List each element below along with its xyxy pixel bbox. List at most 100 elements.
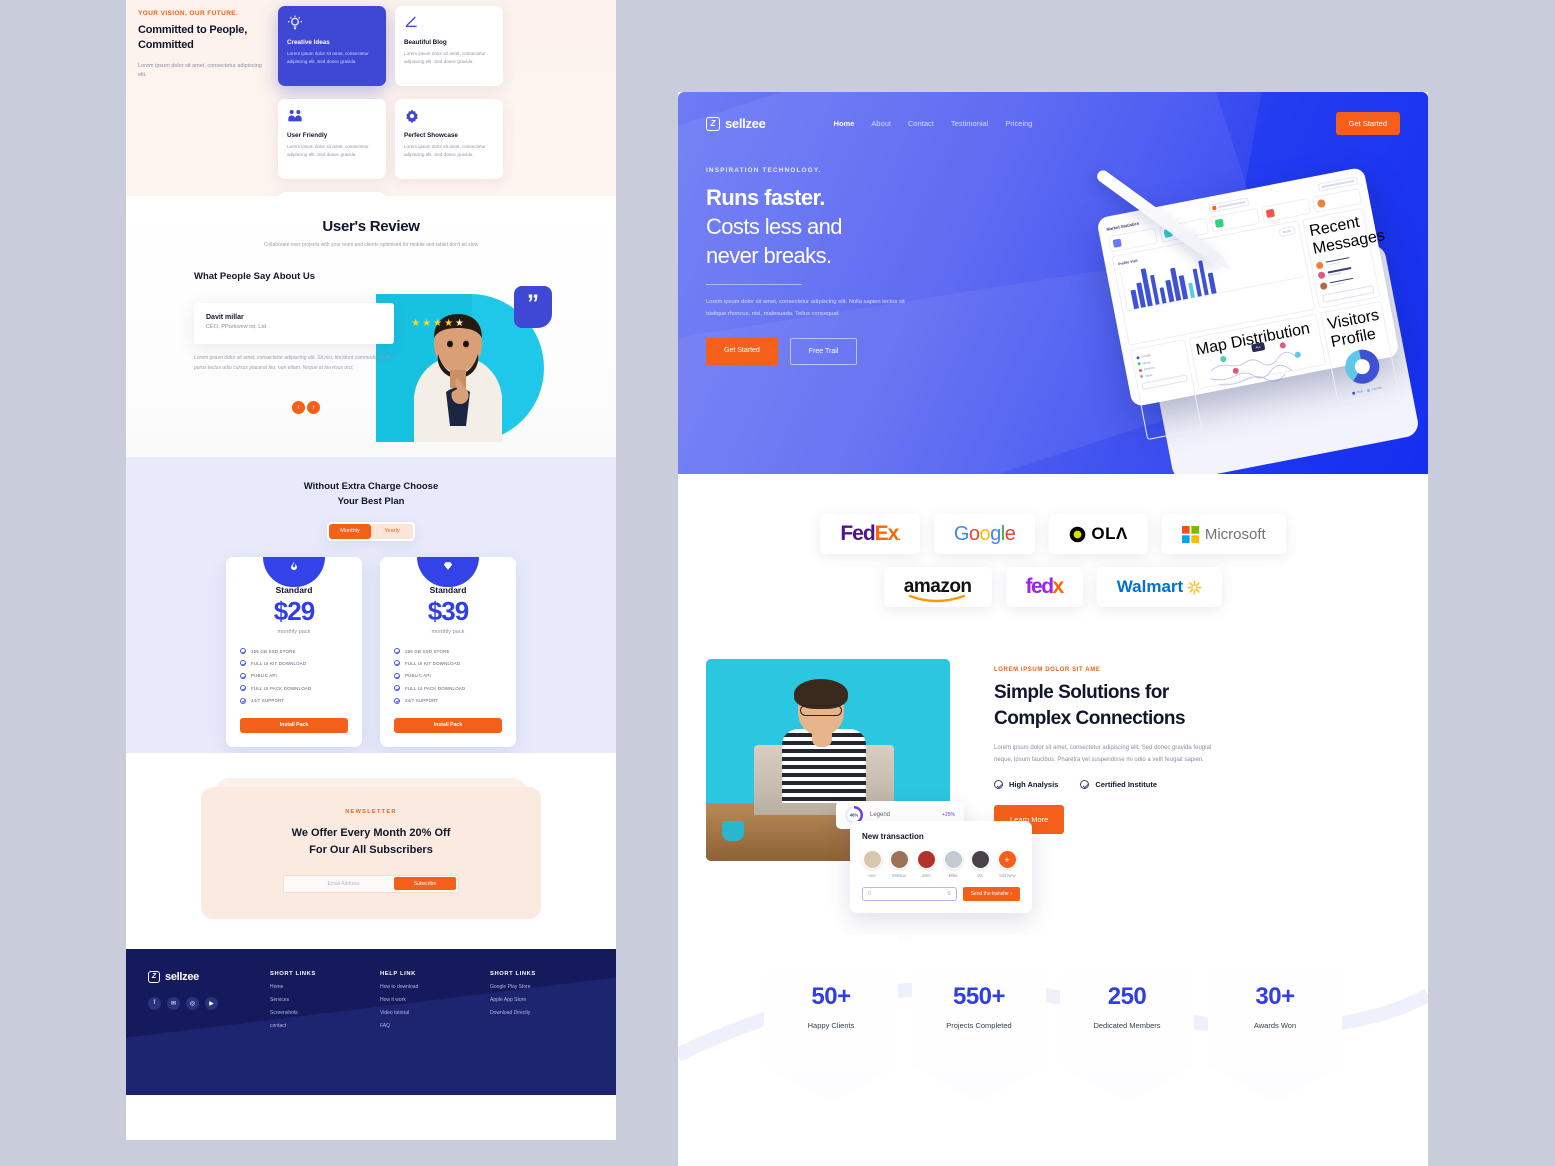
stat-card-dedicated-members: 250 Dedicated Members bbox=[1060, 935, 1194, 1103]
footer-link[interactable]: Video tutorial bbox=[380, 1010, 464, 1016]
contact-vic[interactable]: Vic bbox=[970, 850, 990, 878]
plan-feature-label: FULL UI KIT DOWNLOAD bbox=[405, 660, 461, 666]
pricing-section: Without Extra Charge Choose Your Best Pl… bbox=[126, 456, 616, 753]
navbar-logo[interactable]: Z sellzee bbox=[706, 116, 766, 131]
twitter-icon[interactable]: ✉ bbox=[167, 996, 180, 1010]
brand-name: sellzee bbox=[165, 970, 199, 983]
hero-free-trail-button[interactable]: Free Trail bbox=[789, 338, 858, 366]
review-subtitle: Collaborate over projects with your team… bbox=[263, 242, 479, 248]
check-icon bbox=[240, 648, 246, 655]
pricing-card-standard-29: Standard $29 monthly pack 256 GB SSD STO… bbox=[226, 556, 362, 747]
map-marker bbox=[1294, 350, 1302, 358]
transaction-contacts: Ane Monica Jonn Mike Vic + Add New bbox=[862, 850, 1020, 878]
footer-link[interactable]: FAQ bbox=[380, 1023, 464, 1029]
amount-input[interactable]: 0 $ bbox=[862, 887, 957, 901]
ola-mark-icon bbox=[1070, 526, 1086, 542]
nav-link-about[interactable]: About bbox=[871, 119, 891, 128]
email-input[interactable]: Email Address bbox=[286, 881, 394, 887]
navbar-get-started-button[interactable]: Get Started bbox=[1335, 112, 1400, 135]
install-pack-button[interactable]: Install Pack bbox=[240, 717, 348, 733]
feature-card-text: Lorem ipsum dolor sit amet, consectetur … bbox=[287, 51, 369, 65]
legend-label: Legend bbox=[870, 812, 891, 818]
newsletter-section: NEWSLETTER We Offer Every Month 20% Off … bbox=[126, 752, 616, 949]
carousel-next-button[interactable]: › bbox=[307, 400, 320, 414]
recent-messages-panel: Recent Messages bbox=[1302, 207, 1386, 309]
chart-bar bbox=[1187, 282, 1196, 299]
contact-jonn[interactable]: Jonn bbox=[916, 850, 936, 878]
plan-price: $39 bbox=[427, 595, 469, 626]
microsoft-squares-icon bbox=[1181, 525, 1199, 543]
nav-link-testimonial[interactable]: Testimonial bbox=[951, 119, 989, 128]
subscribe-button[interactable]: Subscribe bbox=[394, 877, 456, 891]
chart-filter-button[interactable]: Month bbox=[1278, 226, 1296, 238]
check-icon bbox=[394, 672, 400, 679]
feature-card-beautiful-blog[interactable]: Beautiful Blog Lorem ipsum dolor sit ame… bbox=[395, 6, 503, 86]
solutions-heading-line2: Complex Connections bbox=[994, 707, 1186, 729]
stats-section: 50+ Happy Clients 550+ Projects Complete… bbox=[678, 935, 1428, 1103]
contact-ane[interactable]: Ane bbox=[862, 850, 882, 878]
hero-section: Z sellzee Home About Contact Testimonial… bbox=[678, 92, 1428, 474]
check-icon bbox=[240, 660, 246, 667]
footer-logo[interactable]: Z sellzee bbox=[148, 970, 244, 983]
feature-label: Certified Institute bbox=[1095, 780, 1157, 790]
plan-feature-label: PUBLIC API bbox=[251, 673, 277, 679]
footer-link[interactable]: Home bbox=[270, 984, 354, 990]
visitors-title: Visitors Profile bbox=[1325, 306, 1381, 351]
navbar-links: Home About Contact Testimonial Priceing bbox=[834, 119, 1033, 128]
youtube-icon[interactable]: ▶ bbox=[205, 996, 218, 1010]
nav-link-contact[interactable]: Contact bbox=[908, 119, 934, 128]
instagram-icon[interactable]: ◎ bbox=[186, 996, 199, 1010]
newsletter-kicker: NEWSLETTER bbox=[345, 808, 397, 815]
footer-column-stores: SHORT LINKS Google Play Store Apple App … bbox=[490, 971, 574, 1029]
footer-link[interactable]: Screenshots bbox=[270, 1010, 354, 1016]
nav-link-priceing[interactable]: Priceing bbox=[1005, 119, 1032, 128]
footer-link[interactable]: How to download bbox=[380, 984, 464, 990]
amazon-smile-icon bbox=[908, 594, 965, 603]
facebook-icon[interactable]: f bbox=[148, 996, 161, 1010]
stat-label: Happy Clients bbox=[807, 1020, 855, 1030]
review-heading: What People Say About Us bbox=[194, 270, 316, 282]
footer-column-title: HELP LINK bbox=[380, 970, 416, 977]
placeholder-line bbox=[1217, 201, 1246, 208]
solutions-kicker: LOREM IPSUM DOLOR SIT AME bbox=[994, 667, 1101, 673]
check-icon bbox=[994, 780, 1003, 790]
transfer-form: 0 $ Send the transfer › bbox=[862, 887, 1020, 901]
avatar bbox=[862, 850, 882, 869]
plan-feature-list: 256 GB SSD STORE FULL UI KIT DOWNLOAD PU… bbox=[240, 645, 348, 707]
features-paragraph: Lorem ipsum dolor sit amet, consectetur … bbox=[138, 62, 262, 79]
toggle-yearly[interactable]: Yearly bbox=[371, 523, 413, 539]
plan-period: monthly pack bbox=[277, 628, 311, 635]
install-pack-button[interactable]: Install Pack bbox=[394, 717, 502, 733]
billing-period-toggle[interactable]: Monthly Yearly bbox=[327, 521, 415, 541]
feature-card-creative-ideas[interactable]: Creative Ideas Lorem ipsum dolor sit ame… bbox=[278, 6, 386, 86]
brand-logo-google: Google bbox=[933, 514, 1036, 554]
brand-row-2: amazon fedx Walmart bbox=[678, 567, 1428, 607]
footer-link[interactable]: contact bbox=[270, 1023, 354, 1029]
hero-get-started-button[interactable]: Get Started bbox=[706, 338, 778, 366]
footer-brand: Z sellzee f ✉ ◎ ▶ bbox=[148, 970, 244, 1029]
hero-buttons: Get Started Free Trail bbox=[706, 338, 936, 366]
toggle-monthly[interactable]: Monthly bbox=[329, 523, 371, 539]
footer-link[interactable]: Services bbox=[270, 997, 354, 1003]
avatar bbox=[943, 850, 963, 869]
footer-link[interactable]: Google Play Store bbox=[490, 984, 574, 990]
feature-card-perfect-showcase[interactable]: Perfect Showcase Lorem ipsum dolor sit a… bbox=[395, 99, 503, 179]
legend-female: Female bbox=[1366, 385, 1382, 392]
contact-mike[interactable]: Mike bbox=[943, 850, 963, 878]
gear-icon bbox=[404, 108, 494, 130]
footer-link[interactable]: How it work bbox=[380, 997, 464, 1003]
nav-link-home[interactable]: Home bbox=[834, 119, 855, 128]
donut-chart bbox=[1342, 346, 1383, 387]
plan-feature-label: 256 GB SSD STORE bbox=[405, 648, 450, 654]
stat-card-happy-clients: 50+ Happy Clients bbox=[764, 935, 898, 1103]
carousel-prev-button[interactable]: ‹ bbox=[292, 400, 305, 414]
top-navbar: Z sellzee Home About Contact Testimonial… bbox=[678, 92, 1428, 135]
contact-add-new[interactable]: + Add New bbox=[997, 850, 1017, 878]
transaction-title: New transaction bbox=[862, 832, 924, 841]
feature-card-user-friendly[interactable]: User Friendly Lorem ipsum dolor sit amet… bbox=[278, 99, 386, 179]
contact-monica[interactable]: Monica bbox=[889, 850, 909, 878]
send-transfer-button[interactable]: Send the transfer › bbox=[962, 887, 1020, 901]
footer-link[interactable]: Download Directly bbox=[490, 1010, 574, 1016]
hero-paragraph: Lorem ipsum dolor sit amet, consectetur … bbox=[706, 299, 905, 318]
footer-link[interactable]: Apple App Store bbox=[490, 997, 574, 1003]
